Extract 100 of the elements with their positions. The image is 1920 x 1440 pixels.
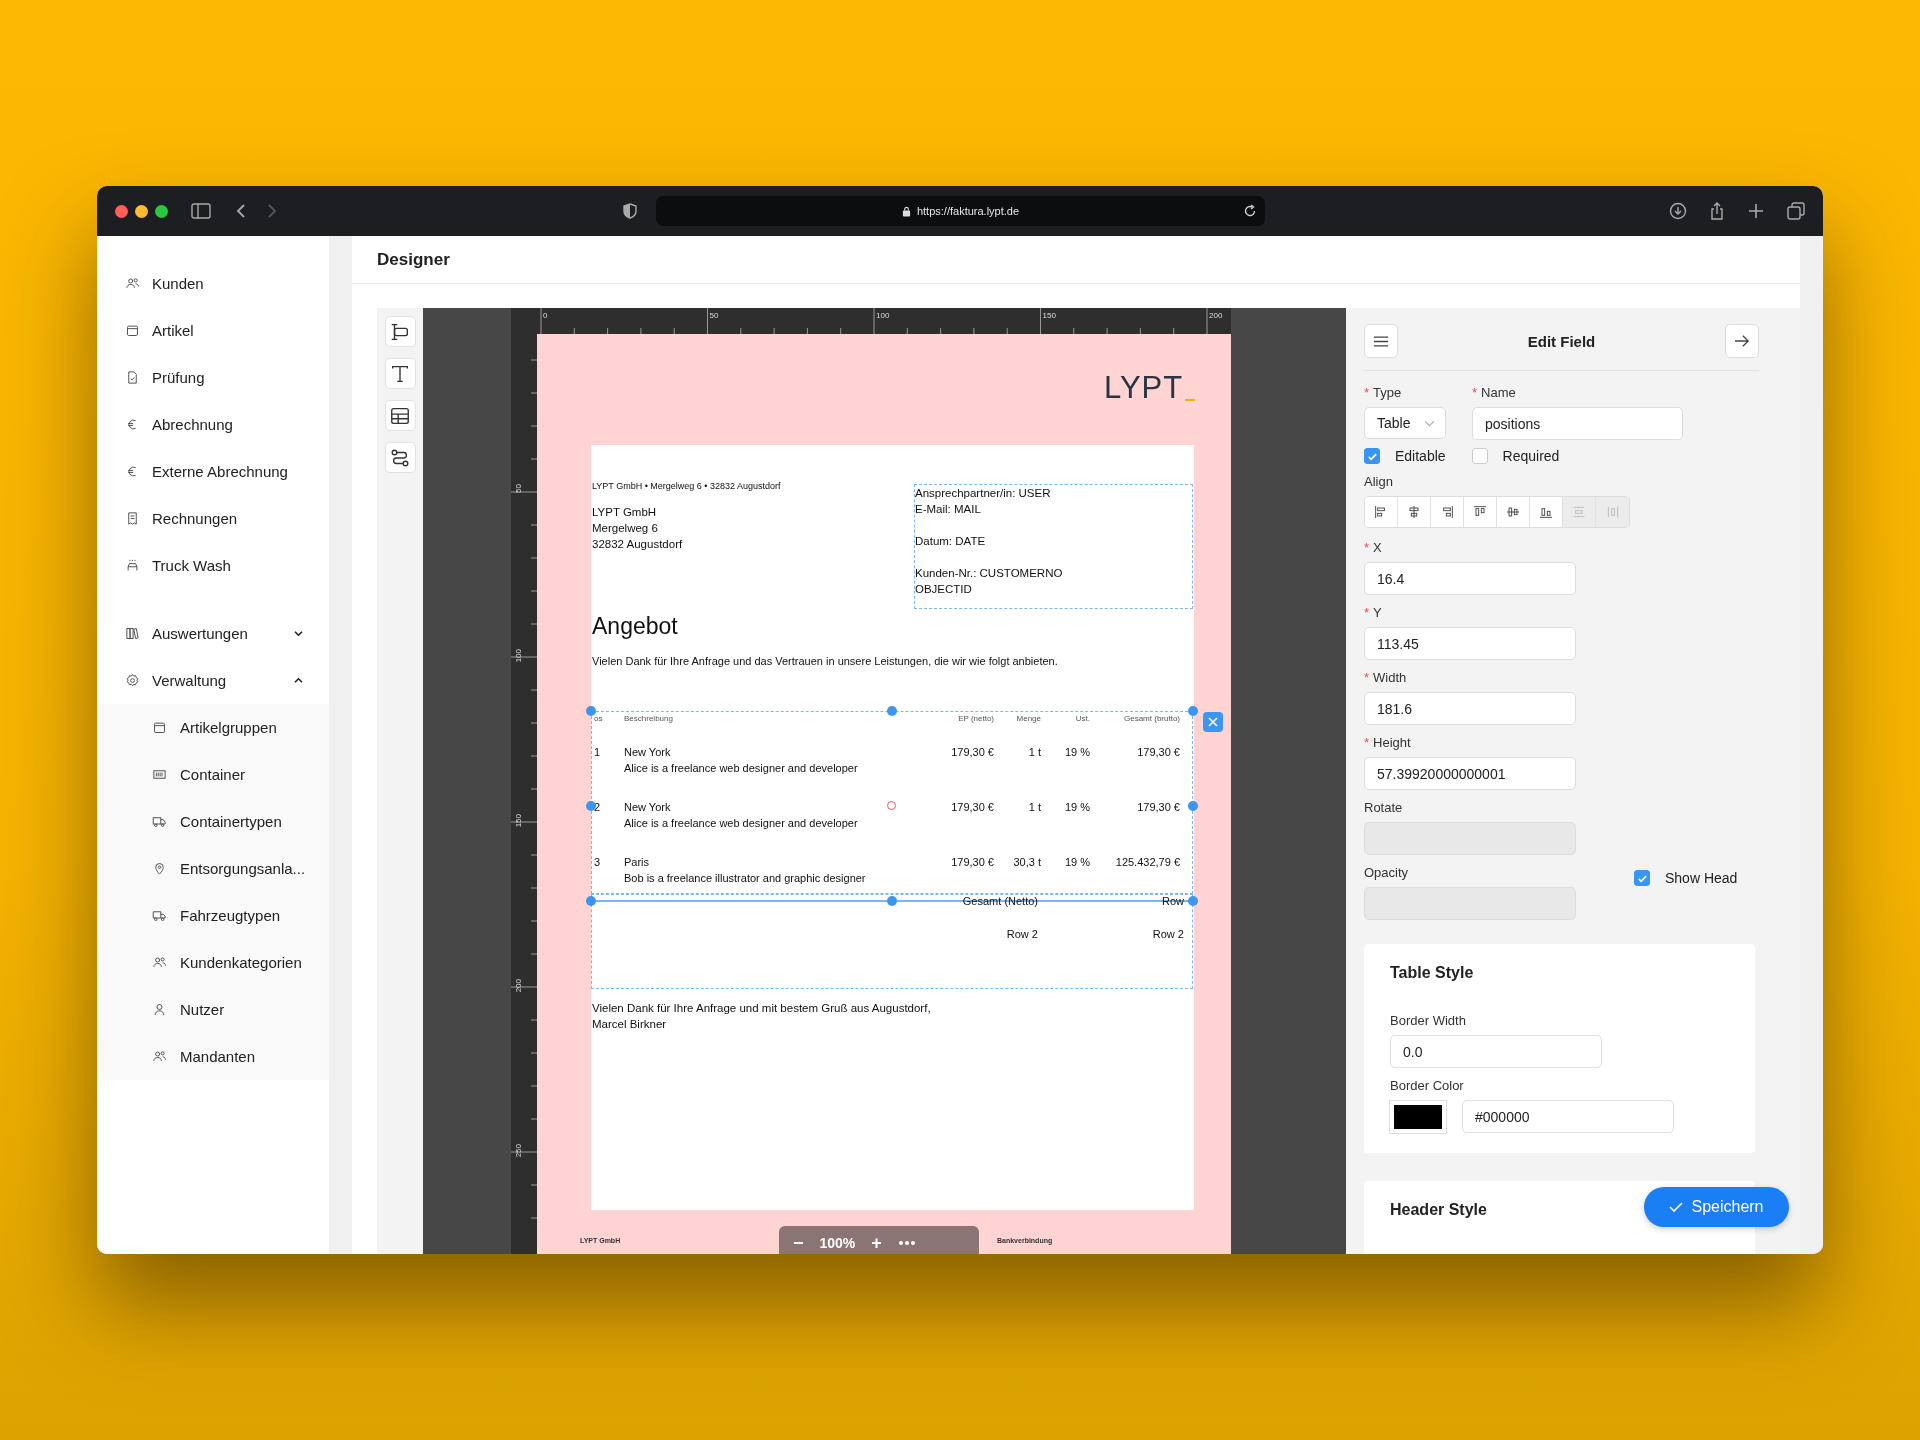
rotate-handle[interactable] bbox=[887, 801, 896, 810]
text-tool[interactable] bbox=[384, 358, 416, 389]
field-label: Border Color bbox=[1390, 1078, 1464, 1093]
address-bar[interactable]: https://faktura.lypt.de bbox=[656, 196, 1265, 226]
input-field[interactable]: 16.4 bbox=[1364, 562, 1576, 595]
column-header: Beschreibung bbox=[624, 714, 674, 725]
checkbox[interactable] bbox=[1364, 448, 1380, 464]
resize-handle[interactable] bbox=[1188, 706, 1198, 716]
tabs-overview-icon[interactable] bbox=[1787, 202, 1805, 220]
checkbox-label: Editable bbox=[1395, 448, 1446, 464]
download-icon[interactable] bbox=[1669, 202, 1687, 220]
arrow-right-icon bbox=[1734, 334, 1750, 348]
align-button[interactable] bbox=[1365, 497, 1398, 527]
sidebar-item[interactable]: Kunden bbox=[97, 260, 329, 307]
zoom-window-button[interactable] bbox=[155, 204, 168, 218]
input-field[interactable]: 113.45 bbox=[1364, 627, 1576, 660]
type-select[interactable]: Table bbox=[1364, 407, 1446, 439]
table-tool[interactable] bbox=[384, 400, 416, 431]
info-line: Kunden-Nr.: CUSTOMERNO bbox=[915, 566, 1064, 581]
resize-handle[interactable] bbox=[1188, 801, 1198, 811]
zoom-out-button[interactable]: − bbox=[793, 1232, 804, 1254]
page-title: Designer bbox=[377, 249, 450, 270]
sidebar-group[interactable]: Verwaltung bbox=[97, 657, 329, 704]
align-button[interactable] bbox=[1464, 497, 1497, 527]
more-icon[interactable] bbox=[897, 1240, 916, 1246]
close-button[interactable] bbox=[1203, 712, 1223, 732]
align-button[interactable] bbox=[1530, 497, 1563, 527]
save-button[interactable]: Speichern bbox=[1644, 1187, 1789, 1227]
close-window-button[interactable] bbox=[115, 204, 128, 218]
section-title: Header Style bbox=[1390, 1201, 1487, 1219]
input-field[interactable]: 181.6 bbox=[1364, 692, 1576, 725]
closing-line: Marcel Birkner bbox=[592, 1017, 668, 1032]
summary-cell-text: Row bbox=[1162, 894, 1184, 909]
minimize-window-button[interactable] bbox=[135, 204, 148, 218]
resize-handle[interactable] bbox=[1188, 896, 1198, 906]
align-button[interactable] bbox=[1431, 497, 1464, 527]
checkbox[interactable] bbox=[1634, 870, 1650, 886]
back-icon[interactable] bbox=[235, 203, 247, 219]
resize-handle[interactable] bbox=[586, 896, 596, 906]
sidebar-item[interactable]: Mandanten bbox=[97, 1033, 329, 1080]
color-field[interactable]: #000000 bbox=[1462, 1100, 1674, 1133]
text-field-tool[interactable] bbox=[384, 316, 416, 347]
align-icon bbox=[1406, 504, 1422, 520]
info-line: E-Mail: MAIL bbox=[915, 502, 982, 517]
ruler-label: 100 bbox=[876, 311, 890, 320]
table-cell-text: 3 bbox=[593, 855, 602, 870]
input-field[interactable]: 0.0 bbox=[1390, 1035, 1602, 1068]
align-button[interactable] bbox=[1497, 497, 1530, 527]
table-cell-text: 19 % bbox=[1063, 855, 1090, 870]
sidebar-item[interactable]: Kundenkategorien bbox=[97, 939, 329, 986]
resize-handle[interactable] bbox=[586, 706, 596, 716]
menu-button[interactable] bbox=[1364, 324, 1398, 358]
document-heading: Angebot bbox=[592, 613, 678, 640]
panel-title: Edit Field bbox=[1527, 332, 1596, 350]
box-icon bbox=[125, 323, 140, 338]
sidebar-item[interactable]: Nutzer bbox=[97, 986, 329, 1033]
info-line: OBJECTID bbox=[915, 582, 973, 597]
chevron-down-icon bbox=[293, 630, 304, 637]
resize-handle[interactable] bbox=[887, 896, 897, 906]
info-line: Ansprechpartner/in: USER bbox=[915, 486, 1052, 501]
sidebar-item[interactable]: Artikelgruppen bbox=[97, 704, 329, 751]
align-icon bbox=[1571, 504, 1587, 520]
sidebar-item[interactable]: Containertypen bbox=[97, 798, 329, 845]
sidebar-group[interactable]: Auswertungen bbox=[97, 610, 329, 657]
resize-handle[interactable] bbox=[887, 706, 897, 716]
sidebar-item[interactable]: Externe Abrechnung bbox=[97, 448, 329, 495]
column-header: EP (netto) bbox=[957, 714, 994, 725]
sidebar-item[interactable]: Abrechnung bbox=[97, 401, 329, 448]
field-label: Opacity bbox=[1364, 865, 1409, 880]
table-cell-text: New York bbox=[624, 800, 671, 815]
users-icon bbox=[152, 955, 167, 970]
summary-cell-text: Row 2 bbox=[1152, 927, 1184, 942]
input-field[interactable]: 57.39920000000001 bbox=[1364, 757, 1576, 790]
align-button[interactable] bbox=[1398, 497, 1431, 527]
forward-arrow-button[interactable] bbox=[1725, 324, 1759, 358]
sidebar-item[interactable]: Entsorgungsanla... bbox=[97, 845, 329, 892]
sidebar-icon[interactable] bbox=[191, 203, 211, 219]
truck-icon bbox=[152, 814, 167, 829]
sidebar-item[interactable]: Prüfung bbox=[97, 354, 329, 401]
sidebar-item[interactable]: Rechnungen bbox=[97, 495, 329, 542]
share-icon[interactable] bbox=[1708, 202, 1726, 220]
flow-tool[interactable] bbox=[384, 442, 416, 473]
ruler-label: 50 bbox=[709, 311, 719, 320]
sidebar-item[interactable]: Truck Wash bbox=[97, 542, 329, 589]
container-icon bbox=[152, 767, 167, 782]
name-field[interactable]: positions bbox=[1472, 407, 1683, 440]
shield-icon[interactable] bbox=[623, 203, 637, 219]
section-title: Table Style bbox=[1390, 964, 1474, 982]
zoom-in-button[interactable]: + bbox=[871, 1232, 882, 1254]
checkbox[interactable] bbox=[1471, 448, 1488, 464]
table-cell-text: Bob is a freelance illustrator and graphic designer bbox=[624, 871, 866, 886]
sidebar-item[interactable]: Fahrzeugtypen bbox=[97, 892, 329, 939]
sidebar-item[interactable]: Container bbox=[97, 751, 329, 798]
new-tab-icon[interactable] bbox=[1747, 202, 1765, 220]
reload-icon[interactable] bbox=[1243, 204, 1257, 218]
info-line: Datum: DATE bbox=[915, 534, 987, 549]
settings-icon bbox=[125, 673, 140, 688]
field-label: * Name bbox=[1472, 385, 1516, 400]
resize-handle[interactable] bbox=[586, 801, 596, 811]
sidebar-item[interactable]: Artikel bbox=[97, 307, 329, 354]
